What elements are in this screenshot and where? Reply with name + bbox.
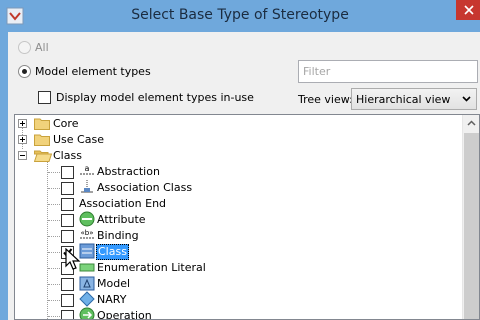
chevron-down-icon bbox=[462, 96, 471, 102]
dialog-body: All Model element types Display model el… bbox=[8, 32, 480, 320]
tree-connector bbox=[48, 300, 60, 301]
operation-icon bbox=[79, 307, 95, 319]
tree-vertical-scrollbar[interactable] bbox=[462, 115, 480, 319]
binding-icon: «b» bbox=[80, 229, 94, 239]
tree-item-enumeration-literal[interactable]: Enumeration Literal bbox=[97, 261, 206, 275]
tree-item-nary[interactable]: NARY bbox=[97, 293, 126, 307]
tree-item-association-end[interactable]: Association End bbox=[79, 197, 166, 211]
folder-icon bbox=[34, 134, 50, 146]
model-element-types-radio[interactable]: Model element types bbox=[18, 65, 151, 78]
item-checkbox-association-class[interactable] bbox=[61, 182, 74, 195]
tree-connector bbox=[48, 204, 60, 205]
tree-view-select[interactable]: Hierarchical view bbox=[351, 88, 477, 110]
item-checkbox-nary[interactable] bbox=[61, 294, 74, 307]
tree-connector bbox=[48, 188, 60, 189]
open-folder-icon bbox=[34, 150, 52, 162]
display-in-use-label: Display model element types in-use bbox=[56, 91, 254, 104]
item-checkbox-association-end[interactable] bbox=[61, 198, 74, 211]
tree-item-binding[interactable]: Binding bbox=[97, 229, 139, 243]
item-checkbox-attribute[interactable] bbox=[61, 214, 74, 227]
expand-use-case-toggle[interactable] bbox=[18, 135, 27, 144]
tree-connector bbox=[48, 220, 60, 221]
tree-item-attribute[interactable]: Attribute bbox=[97, 213, 146, 227]
enumeration-literal-icon bbox=[79, 263, 95, 272]
svg-text:«b»: «b» bbox=[80, 229, 93, 237]
class-icon bbox=[79, 243, 95, 259]
item-checkbox-binding[interactable] bbox=[61, 230, 74, 243]
close-button[interactable] bbox=[456, 0, 480, 20]
tree-folder-core[interactable]: Core bbox=[53, 117, 78, 131]
item-checkbox-model[interactable] bbox=[61, 278, 74, 291]
tree-view-selected: Hierarchical view bbox=[356, 92, 451, 106]
tree-connector bbox=[48, 252, 60, 253]
tree-item-model[interactable]: Model bbox=[97, 277, 130, 291]
collapse-class-toggle[interactable] bbox=[18, 151, 27, 160]
item-checkbox-abstraction[interactable] bbox=[61, 166, 74, 179]
close-icon bbox=[464, 5, 474, 15]
tree-item-class[interactable]: Class bbox=[96, 244, 129, 260]
expand-core-toggle[interactable] bbox=[18, 119, 27, 128]
nary-icon bbox=[79, 291, 95, 307]
tree-connector bbox=[48, 316, 60, 317]
tree-connector bbox=[48, 268, 60, 269]
filter-input[interactable] bbox=[298, 60, 478, 83]
tree-connector bbox=[48, 172, 60, 173]
mouse-pointer-icon bbox=[65, 248, 81, 270]
display-in-use-checkbox[interactable] bbox=[38, 91, 51, 104]
all-radio-label: All bbox=[35, 41, 49, 54]
tree-item-operation[interactable]: Operation bbox=[97, 309, 152, 319]
title-bar: Select Base Type of Stereotype bbox=[0, 0, 480, 32]
abstraction-icon: a bbox=[80, 164, 94, 175]
tree-item-association-class[interactable]: Association Class bbox=[97, 181, 192, 195]
scroll-up-arrow-icon[interactable] bbox=[463, 115, 480, 132]
all-radio[interactable]: All bbox=[18, 41, 49, 54]
tree-connector bbox=[48, 236, 60, 237]
tree-folder-use-case[interactable]: Use Case bbox=[53, 133, 104, 147]
association-class-icon bbox=[81, 180, 93, 193]
item-checkbox-operation[interactable] bbox=[61, 310, 74, 319]
attribute-icon bbox=[79, 211, 95, 227]
model-element-types-radio-button[interactable] bbox=[18, 65, 31, 78]
tree-item-abstraction[interactable]: Abstraction bbox=[97, 165, 160, 179]
display-in-use-option[interactable]: Display model element types in-use bbox=[38, 91, 254, 104]
scrollbar-thumb[interactable] bbox=[464, 133, 479, 319]
tree-view-label: Tree view: bbox=[298, 93, 353, 106]
all-radio-button[interactable] bbox=[18, 41, 31, 54]
tree-connector bbox=[47, 159, 48, 319]
tree-connector bbox=[48, 284, 60, 285]
model-icon bbox=[79, 276, 95, 291]
stereotype-base-type-tree[interactable]: Core Use Case Class a Abstraction Associ… bbox=[14, 114, 480, 320]
window-title: Select Base Type of Stereotype bbox=[131, 7, 349, 23]
tree-folder-class[interactable]: Class bbox=[53, 149, 82, 163]
model-element-types-label: Model element types bbox=[35, 65, 151, 78]
folder-icon bbox=[34, 118, 50, 130]
svg-text:a: a bbox=[85, 164, 90, 173]
